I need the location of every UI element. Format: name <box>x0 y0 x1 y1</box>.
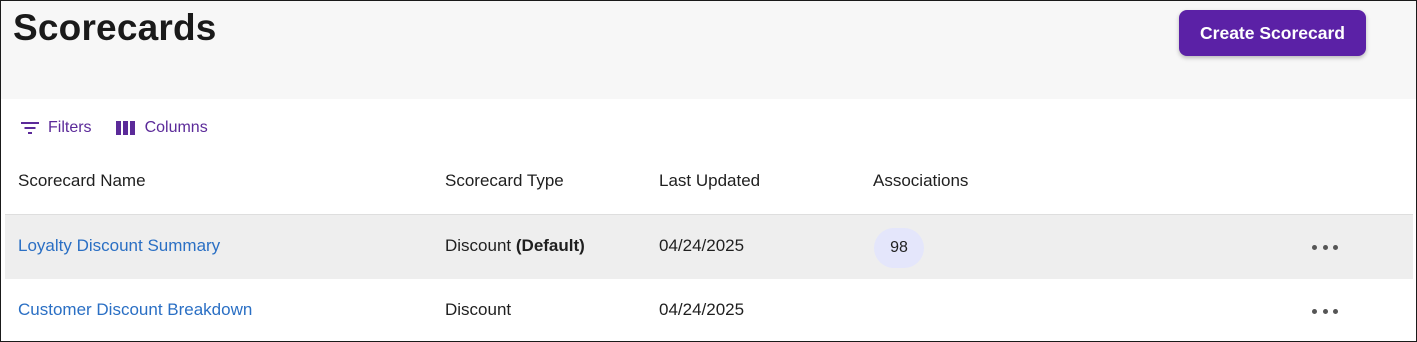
table-row[interactable]: Loyalty Discount Summary Discount (Defau… <box>5 214 1413 279</box>
columns-icon <box>115 121 135 135</box>
last-updated-cell: 04/24/2025 <box>659 236 745 255</box>
filters-button[interactable]: Filters <box>21 119 92 137</box>
page-title: Scorecards <box>13 7 217 48</box>
columns-button[interactable]: Columns <box>115 119 208 137</box>
scorecard-type: Discount <box>445 236 512 255</box>
scorecard-type-cell: Discount <box>445 300 511 320</box>
scorecards-page: Scorecards Create Scorecard Filters Colu… <box>0 0 1417 342</box>
columns-label: Columns <box>144 119 208 136</box>
column-header-last-updated[interactable]: Last Updated <box>659 171 760 191</box>
column-header-type[interactable]: Scorecard Type <box>445 171 564 191</box>
filter-icon <box>21 122 39 134</box>
scorecard-type-cell: Discount (Default) <box>445 236 585 256</box>
scorecard-type: Discount <box>445 300 512 319</box>
filters-label: Filters <box>48 119 92 136</box>
more-horizontal-icon[interactable] <box>1312 237 1338 257</box>
last-updated-cell: 04/24/2025 <box>659 300 745 319</box>
page-header: Scorecards Create Scorecard <box>1 1 1416 99</box>
table-toolbar: Filters Columns <box>21 117 232 139</box>
more-horizontal-icon[interactable] <box>1312 301 1338 321</box>
column-header-associations[interactable]: Associations <box>873 171 968 191</box>
create-scorecard-button[interactable]: Create Scorecard <box>1179 10 1366 56</box>
associations-badge: 98 <box>874 228 924 268</box>
column-header-name[interactable]: Scorecard Name <box>18 171 146 191</box>
scorecard-name-link[interactable]: Customer Discount Breakdown <box>18 300 252 320</box>
default-tag: (Default) <box>515 236 585 255</box>
scorecard-name-link[interactable]: Loyalty Discount Summary <box>18 236 220 256</box>
table-row[interactable]: Customer Discount Breakdown Discount 04/… <box>5 279 1413 341</box>
